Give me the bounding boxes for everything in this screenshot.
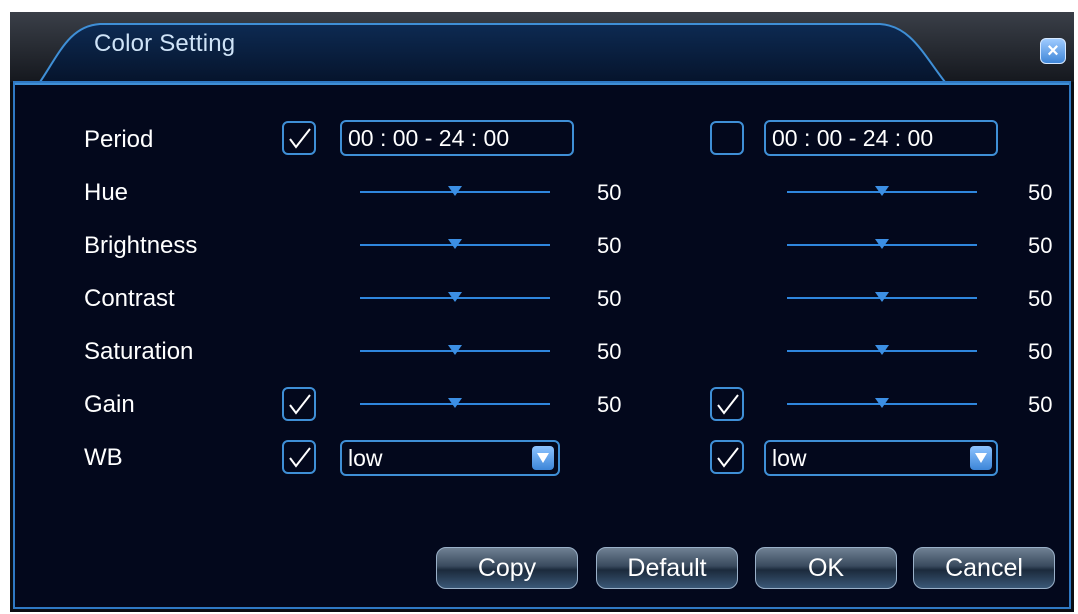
default-button[interactable]: Default (596, 547, 738, 589)
checkmark-icon (289, 447, 311, 468)
slider-thumb-icon[interactable] (875, 292, 889, 302)
wb2-dropdown[interactable]: low (764, 440, 998, 476)
dropdown-arrow-icon[interactable] (970, 446, 992, 470)
checkmark-icon (717, 394, 739, 415)
checkmark-icon (289, 394, 311, 415)
hue-label: Hue (84, 179, 129, 206)
saturation-slider-2[interactable] (787, 343, 977, 359)
brightness-label: Brightness (84, 232, 198, 259)
wb1-dropdown[interactable]: low (340, 440, 560, 476)
hue-slider-2[interactable] (787, 184, 977, 200)
period-label: Period (84, 126, 154, 153)
wb1-dropdown-value: low (348, 445, 383, 471)
period1-checkbox[interactable] (282, 121, 316, 155)
saturation-value-2: 50 (1028, 339, 1053, 364)
cancel-button[interactable]: Cancel (913, 547, 1055, 589)
contrast-label: Contrast (84, 285, 175, 312)
slider-thumb-icon[interactable] (875, 398, 889, 408)
close-icon[interactable]: × (1040, 38, 1066, 64)
gain-value-1: 50 (597, 392, 622, 417)
wb2-checkbox[interactable] (710, 440, 744, 474)
saturation-label: Saturation (84, 338, 194, 365)
saturation-value-1: 50 (597, 339, 622, 364)
copy-button[interactable]: Copy (436, 547, 578, 589)
contrast-value-2: 50 (1028, 286, 1053, 311)
dialog-title: Color Setting (94, 30, 236, 57)
hue-value-1: 50 (597, 180, 622, 205)
contrast-value-1: 50 (597, 286, 622, 311)
period1-time-field[interactable]: 00 : 00 - 24 : 00 (340, 120, 574, 156)
hue-slider-1[interactable] (360, 184, 550, 200)
brightness-value-1: 50 (597, 233, 622, 258)
gain-value-2: 50 (1028, 392, 1053, 417)
slider-thumb-icon[interactable] (448, 398, 462, 408)
wb2-dropdown-value: low (772, 445, 807, 471)
slider-thumb-icon[interactable] (875, 186, 889, 196)
slider-thumb-icon[interactable] (875, 345, 889, 355)
gain-slider-1[interactable] (360, 396, 550, 412)
slider-thumb-icon[interactable] (448, 239, 462, 249)
checkmark-icon (289, 128, 311, 149)
wb1-checkbox[interactable] (282, 440, 316, 474)
brightness-slider-2[interactable] (787, 237, 977, 253)
gain-slider-2[interactable] (787, 396, 977, 412)
slider-thumb-icon[interactable] (448, 292, 462, 302)
brightness-value-2: 50 (1028, 233, 1053, 258)
period2-time-field[interactable]: 00 : 00 - 24 : 00 (764, 120, 998, 156)
ok-button[interactable]: OK (755, 547, 897, 589)
wb-label: WB (84, 444, 123, 471)
checkmark-icon (717, 447, 739, 468)
gain-label: Gain (84, 391, 135, 418)
hue-value-2: 50 (1028, 180, 1053, 205)
slider-thumb-icon[interactable] (875, 239, 889, 249)
dropdown-arrow-icon[interactable] (532, 446, 554, 470)
period2-checkbox[interactable] (710, 121, 744, 155)
gain2-checkbox[interactable] (710, 387, 744, 421)
gain1-checkbox[interactable] (282, 387, 316, 421)
slider-thumb-icon[interactable] (448, 345, 462, 355)
brightness-slider-1[interactable] (360, 237, 550, 253)
contrast-slider-1[interactable] (360, 290, 550, 306)
saturation-slider-1[interactable] (360, 343, 550, 359)
slider-thumb-icon[interactable] (448, 186, 462, 196)
contrast-slider-2[interactable] (787, 290, 977, 306)
